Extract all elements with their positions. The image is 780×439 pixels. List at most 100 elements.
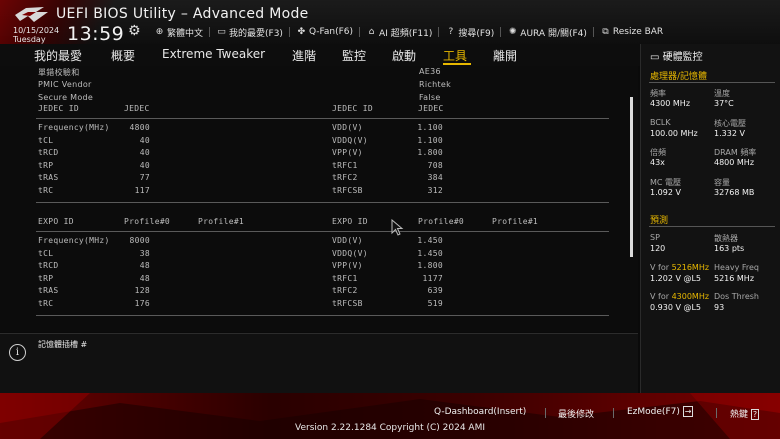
hw-value: 37°C [714, 99, 734, 108]
row-label: Secure Mode [38, 93, 94, 102]
spd-row-label: tRP [38, 274, 54, 283]
tab-extreme-tweaker[interactable]: Extreme Tweaker [162, 47, 265, 61]
expo-header-profile1: Profile#1 [492, 217, 539, 226]
last-modified-button[interactable]: 最後修改 [558, 407, 594, 420]
hw-label: 頻率 [650, 89, 666, 98]
spd-row-label: tRFC2 [332, 173, 358, 182]
spd-row-value: 312 [427, 186, 443, 195]
hw-label: MC 電壓 [650, 178, 682, 187]
spd-row-value: 176 [134, 299, 150, 308]
hw-label: 散熱器 [714, 234, 738, 243]
tab-favorites[interactable]: 我的最愛 [34, 47, 82, 64]
hw-label-freq: 5216MHz [671, 263, 710, 272]
tab-overview[interactable]: 概要 [111, 47, 135, 64]
ezmode-button[interactable]: EzMode(F7) → [627, 406, 694, 417]
app-title: UEFI BIOS Utility – Advanced Mode [56, 6, 309, 22]
language-label: 繁體中文 [167, 28, 204, 39]
gear-icon[interactable]: ⚙ [128, 23, 141, 39]
ai-overclock-icon: ⌂ [368, 27, 375, 37]
tab-boot[interactable]: 啟動 [392, 47, 416, 64]
aura-button[interactable]: ✺ AURA 開/關(F4) [501, 26, 594, 39]
spd-info-panel[interactable]: 單錯校驗和 AE36 PMIC Vendor Richtek Secure Mo… [0, 66, 638, 332]
hw-label: Heavy Freq [714, 263, 759, 272]
spd-row-label: tRAS [38, 286, 59, 295]
hw-label: Dos Thresh [714, 292, 759, 301]
toolbar: ⊕ 繁體中文 ▭ 我的最愛(F3) ✤ Q-Fan(F6) ⌂ AI 超頻(F1… [148, 26, 663, 39]
spd-row-value: 48 [139, 274, 150, 283]
fan-icon: ✤ [297, 27, 306, 37]
hotkeys-button[interactable]: 熱鍵 ? [730, 407, 760, 420]
row-label: 單錯校驗和 [38, 68, 80, 77]
hw-label: BCLK [650, 118, 671, 127]
hardware-monitor-panel: ▭ 硬體監控 處理器/記憶體 頻率 溫度 4300 MHz 37°C BCLK … [640, 44, 780, 393]
clock-time: 13:59 [67, 23, 125, 45]
footer-bar: Q-Dashboard(Insert) 最後修改 EzMode(F7) → 熱鍵… [0, 393, 780, 439]
qfan-button[interactable]: ✤ Q-Fan(F6) [290, 26, 361, 38]
divider [36, 231, 609, 232]
jedec-header-col: JEDEC [124, 104, 150, 113]
version-text: Version 2.22.1284 Copyright (C) 2024 AMI [295, 423, 485, 433]
spd-row-value: 117 [134, 186, 150, 195]
spd-row-label: VDDQ(V) [332, 136, 368, 145]
spd-row-label: tRC [38, 186, 54, 195]
hw-value: 0.930 V @L5 [650, 303, 702, 312]
jedec-header-col: JEDEC [418, 104, 444, 113]
divider [649, 82, 775, 83]
q-dashboard-button[interactable]: Q-Dashboard(Insert) [434, 407, 526, 417]
spd-row-value: 8000 [129, 236, 150, 245]
spd-row-label: tRCD [38, 148, 59, 157]
hw-value: 1.332 V [714, 129, 745, 138]
ai-overclock-button[interactable]: ⌂ AI 超頻(F11) [360, 26, 440, 39]
hw-value: 5216 MHz [714, 274, 755, 283]
spd-row-label: VPP(V) [332, 148, 363, 157]
footer-divider [716, 408, 717, 418]
tab-monitor[interactable]: 監控 [342, 47, 366, 64]
rog-logo-icon [14, 6, 50, 28]
hardware-monitor-label: 硬體監控 [662, 52, 703, 63]
hw-value: 4800 MHz [714, 158, 755, 167]
divider [36, 202, 609, 203]
spd-row-label: VDD(V) [332, 236, 363, 245]
spd-row-label: tCL [38, 249, 54, 258]
favorites-icon: ▭ [217, 27, 226, 37]
spd-row-label: tRFC1 [332, 161, 358, 170]
hw-value: 4300 MHz [650, 99, 691, 108]
active-tab-indicator [443, 63, 471, 65]
spd-row-label: tRC [38, 299, 54, 308]
hw-value: 1.092 V [650, 188, 681, 197]
expo-header-profile0: Profile#0 [418, 217, 465, 226]
hw-label: 倍頻 [650, 148, 666, 157]
exit-arrow-icon: → [682, 406, 694, 417]
resize-bar-button[interactable]: ⧉ Resize BAR [594, 26, 663, 38]
tab-tool[interactable]: 工具 [443, 47, 467, 64]
hw-value: 93 [714, 303, 725, 312]
divider [36, 118, 609, 119]
hw-label: 容量 [714, 178, 730, 187]
header-bar: UEFI BIOS Utility – Advanced Mode 10/15/… [0, 0, 780, 45]
hw-value: 120 [650, 244, 666, 253]
spd-row-value: 40 [139, 136, 150, 145]
aura-icon: ✺ [509, 27, 517, 37]
day-text: Tuesday [13, 35, 46, 44]
date-display: 10/15/2024 Tuesday [13, 26, 59, 44]
search-button[interactable]: ? 搜尋(F9) [439, 26, 502, 39]
globe-icon: ⊕ [155, 27, 164, 37]
row-value: False [419, 93, 441, 102]
tab-exit[interactable]: 離開 [493, 47, 517, 64]
divider [36, 315, 609, 316]
hw-label-freq: 4300MHz [671, 292, 710, 301]
aura-label: AURA 開/關(F4) [520, 28, 587, 39]
tab-advanced[interactable]: 進階 [292, 47, 316, 64]
hw-label: SP [650, 233, 660, 242]
spd-row-value: 40 [139, 148, 150, 157]
hw-label-prefix: V for [650, 263, 672, 272]
scrollbar[interactable] [630, 97, 633, 257]
hw-label: DRAM 頻率 [714, 148, 757, 157]
favorites-label: 我的最愛(F3) [229, 28, 283, 39]
expo-header-id: EXPO ID [332, 217, 368, 226]
favorites-button[interactable]: ▭ 我的最愛(F3) [210, 26, 290, 39]
spd-row-value: 128 [134, 286, 150, 295]
info-icon: i [9, 344, 26, 361]
main-nav: 我的最愛 概要 Extreme Tweaker 進階 監控 啟動 工具 離開 [0, 44, 640, 66]
language-button[interactable]: ⊕ 繁體中文 [148, 26, 211, 39]
